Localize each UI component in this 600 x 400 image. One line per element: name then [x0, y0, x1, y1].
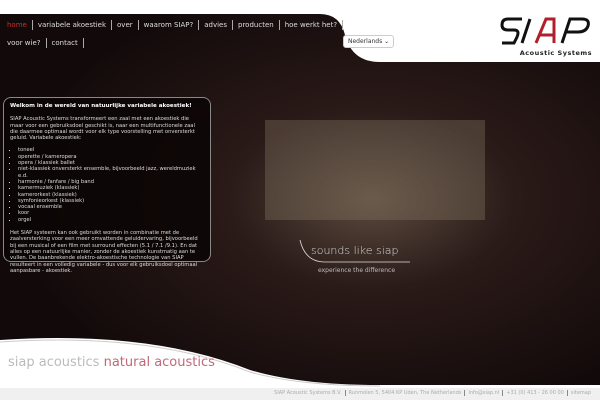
- list-item: niet-klassiek onversterkt ensemble, bijv…: [18, 166, 204, 179]
- footer-email-link[interactable]: info@siap.nl: [465, 390, 504, 396]
- slogan: sounds like siap: [311, 244, 399, 257]
- nav-over[interactable]: over: [112, 20, 139, 30]
- language-selected: Nederlands: [348, 38, 383, 45]
- chevron-down-icon: ⌄: [384, 38, 390, 45]
- main-nav: home variabele akoestiek over waarom SIA…: [2, 18, 344, 32]
- language-select[interactable]: Nederlands ⌄: [343, 35, 395, 48]
- footer-sitemap-link[interactable]: sitemap: [568, 390, 594, 396]
- nav-waarom-siap[interactable]: waarom SIAP?: [139, 20, 200, 30]
- list-item: orgel: [18, 217, 204, 223]
- nav-contact[interactable]: contact: [47, 38, 84, 48]
- welcome-outro: Het SIAP systeem kan ook gebruikt worden…: [10, 230, 198, 274]
- bottom-slogan: siap acoustics natural acoustics: [8, 355, 215, 370]
- nav-advies[interactable]: advies: [199, 20, 234, 30]
- nav-variabele-akoestiek[interactable]: variabele akoestiek: [33, 20, 113, 30]
- nav-hoe-werkt-het[interactable]: hoe werkt het?: [280, 20, 344, 30]
- welcome-intro: SIAP Acoustic Systems transformeert een …: [10, 116, 195, 142]
- nav-voor-wie[interactable]: voor wie?: [2, 38, 47, 48]
- bottom-slogan-b: natural acoustics: [103, 355, 215, 370]
- nav-producten[interactable]: producten: [233, 20, 280, 30]
- footer-phone: +31 (0) 413 - 26 00 00: [503, 390, 568, 396]
- footer-address: Runmolen 5, 5404 KP Uden, The Netherland…: [346, 390, 466, 396]
- logo-subtitle: Acoustic Systems: [519, 49, 592, 57]
- footer-company: SIAP Acoustic Systems B.V.: [271, 390, 346, 396]
- bottom-slogan-a: siap acoustics: [8, 355, 100, 370]
- footer: SIAP Acoustic Systems B.V. Runmolen 5, 5…: [271, 390, 594, 396]
- nav-home[interactable]: home: [2, 20, 33, 30]
- acoustics-list: toneel operette / kameropera opera / kla…: [18, 147, 204, 223]
- welcome-panel: Welkom in de wereld van natuurlijke vari…: [3, 97, 211, 274]
- tagline: experience the difference: [318, 267, 396, 274]
- welcome-title: Welkom in de wereld van natuurlijke vari…: [10, 103, 192, 109]
- siap-logo[interactable]: Acoustic Systems: [500, 15, 592, 57]
- siap-logo-mark: [500, 17, 590, 45]
- secondary-nav: voor wie? contact: [2, 36, 84, 50]
